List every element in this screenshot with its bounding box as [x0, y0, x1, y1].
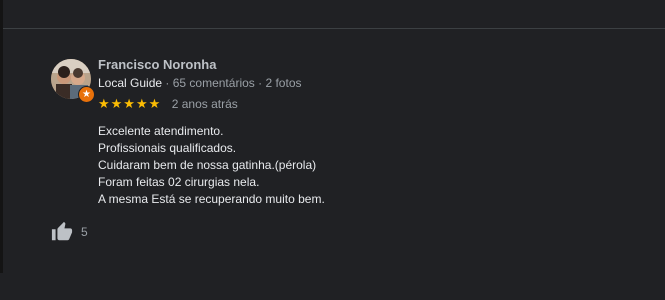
local-guide-label: Local Guide — [98, 76, 163, 90]
local-guide-badge-icon: ★ — [78, 86, 95, 103]
thumbs-up-icon[interactable] — [51, 221, 73, 243]
meta-separator: · — [165, 76, 170, 90]
review-text-line: A mesma Está se recuperando muito bem. — [98, 192, 325, 206]
like-count: 5 — [81, 225, 88, 239]
review-text: Excelente atendimento. Profissionais qua… — [98, 123, 325, 208]
review-actions: 5 — [51, 221, 88, 243]
photos-count: 2 fotos — [265, 76, 302, 90]
rating-row: ★★★★★ 2 anos atrás — [98, 94, 325, 114]
meta-separator: · — [258, 76, 263, 90]
author-name[interactable]: Francisco Noronha — [98, 56, 325, 74]
author-meta: Local Guide · 65 comentários · 2 fotos — [98, 74, 325, 92]
review-divider — [3, 28, 665, 29]
review-content: Francisco Noronha Local Guide · 65 comen… — [98, 56, 325, 208]
review-text-line: Excelente atendimento. — [98, 124, 224, 138]
star-rating: ★★★★★ — [98, 96, 162, 111]
review-text-line: Cuidaram bem de nossa gatinha.(pérola) — [98, 158, 317, 172]
review-text-line: Profissionais qualificados. — [98, 141, 237, 155]
review-time: 2 anos atrás — [171, 97, 238, 111]
avatar[interactable]: ★ — [51, 59, 95, 103]
left-edge-strip — [0, 0, 3, 273]
review-text-line: Foram feitas 02 cirurgias nela. — [98, 175, 260, 189]
reviews-count: 65 comentários — [172, 76, 255, 90]
